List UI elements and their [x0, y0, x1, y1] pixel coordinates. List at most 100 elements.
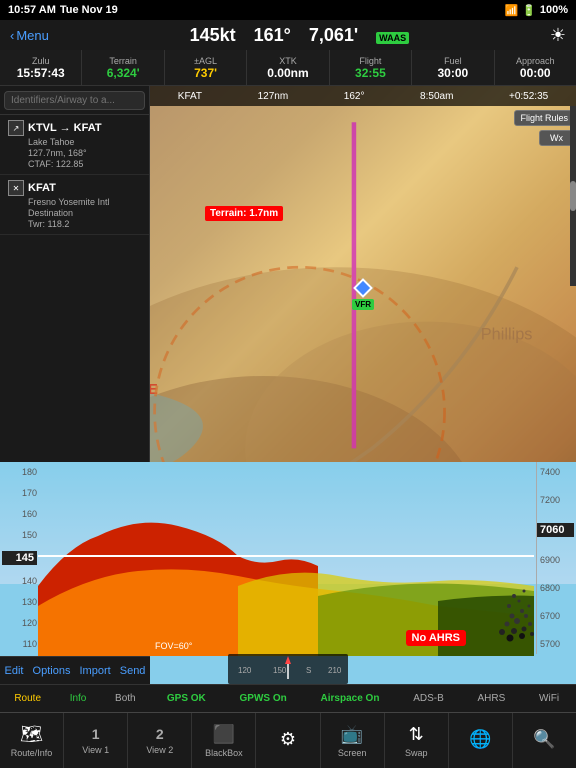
tab-both[interactable]: Both: [115, 693, 136, 704]
view2-icon: 2: [156, 726, 164, 742]
agl-value: 737': [194, 66, 217, 80]
nav-route-info-label: Route/Info: [11, 748, 53, 758]
top-nav: ‹ Menu 145kt 161° 7,061' WAAS ☀: [0, 20, 576, 50]
profile-compass: 120 150 S 210: [228, 654, 348, 684]
nav-blackbox-label: BlackBox: [205, 748, 243, 758]
waypoint-detail1-kfat: Fresno Yosemite Intl: [28, 197, 141, 207]
nav-view1[interactable]: 1 View 1: [64, 713, 128, 768]
map-scrollbar[interactable]: [570, 106, 576, 286]
waypoint-icon-ktvl: ↗: [8, 120, 24, 136]
profile-right-scale: 7400 7200 7060 6900 6800 6700 5700: [536, 462, 574, 654]
waas-badge: WAAS: [376, 32, 409, 44]
gear-icon: ⚙: [280, 729, 296, 750]
terrain-value: 6,324': [107, 66, 140, 80]
status-bar: 10:57 AM Tue Nov 19 📶 🔋 100%: [0, 0, 576, 20]
data-flight: Flight 32:55: [330, 50, 412, 85]
svg-text:120: 120: [238, 666, 252, 675]
back-button[interactable]: ‹ Menu: [10, 28, 49, 43]
tab-info[interactable]: Info: [70, 693, 87, 704]
map-from: KFAT: [178, 91, 202, 102]
data-agl: ±AGL 737': [165, 50, 247, 85]
scrollbar-handle[interactable]: [570, 181, 576, 211]
data-approach: Approach 00:00: [495, 50, 576, 85]
view1-icon: 1: [92, 726, 100, 742]
profile-left-scale: 180 170 160 150 145 140 130 120 110: [2, 462, 37, 654]
import-button[interactable]: Import: [80, 665, 111, 677]
current-altitude-line: [38, 555, 534, 557]
aircraft-diamond: [353, 278, 373, 298]
map-bearing: 162°: [344, 91, 365, 102]
nav-route-info[interactable]: 🗺 Route/Info: [0, 713, 64, 768]
map-eta: 8:50am: [420, 91, 453, 102]
svg-text:210: 210: [328, 666, 342, 675]
flight-stats: 145kt 161° 7,061' WAAS: [190, 25, 410, 46]
nav-swap[interactable]: ⇅ Swap: [385, 713, 449, 768]
blackbox-icon: ⬛: [213, 724, 235, 745]
nav-view1-label: View 1: [82, 745, 109, 755]
magnifier-icon: 🔍: [533, 729, 555, 750]
search-box[interactable]: [0, 86, 149, 115]
screen-icon: 📺: [341, 724, 363, 745]
nav-view2-label: View 2: [146, 745, 173, 755]
chevron-left-icon: ‹: [10, 28, 14, 43]
data-zulu: Zulu 15:57:43: [0, 50, 82, 85]
route-tabs: Route Info Both: [0, 684, 150, 712]
swap-icon: ⇅: [409, 724, 424, 745]
svg-text:S: S: [306, 666, 311, 675]
waypoint-kfat[interactable]: ✕ KFAT Fresno Yosemite Intl Destination …: [0, 175, 149, 235]
airspeed: 145kt: [190, 25, 236, 46]
adsb-badge: ADS-B: [413, 693, 444, 704]
waypoint-ktvl[interactable]: ↗ KTVL → KFAT Lake Tahoe 127.7nm, 168° C…: [0, 115, 149, 175]
waypoint-detail3-kfat: Twr: 118.2: [28, 219, 141, 229]
waypoint-icon-kfat: ✕: [8, 180, 24, 196]
status-day: Tue Nov 19: [60, 4, 118, 16]
wifi-badge: WiFi: [539, 693, 559, 704]
svg-text:Phillips: Phillips: [481, 326, 533, 344]
map-distance: 127nm: [258, 91, 289, 102]
flight-value: 32:55: [355, 66, 386, 80]
sun-icon: ☀: [550, 25, 566, 46]
data-terrain: Terrain 6,324': [82, 50, 164, 85]
nav-swap-label: Swap: [405, 748, 428, 758]
nav-settings[interactable]: ⚙: [256, 713, 320, 768]
gpws-on-badge: GPWS On: [240, 693, 287, 704]
nav-view2[interactable]: 2 View 2: [128, 713, 192, 768]
no-ahrs-badge: No AHRS: [406, 630, 466, 646]
fov-label: FOV=60°: [155, 641, 192, 651]
nav-screen-label: Screen: [338, 748, 367, 758]
wx-button[interactable]: Wx: [539, 130, 574, 146]
nav-globe[interactable]: 🌐: [449, 713, 513, 768]
data-fuel: Fuel 30:00: [412, 50, 494, 85]
status-time: 10:57 AM: [8, 4, 56, 16]
airspace-on-badge: Airspace On: [321, 693, 380, 704]
ahrs-badge: AHRS: [478, 693, 506, 704]
nav-screen[interactable]: 📺 Screen: [321, 713, 385, 768]
waypoint-detail1-ktvl: Lake Tahoe: [28, 137, 141, 147]
search-input[interactable]: [4, 91, 145, 110]
send-button[interactable]: Send: [120, 665, 146, 677]
globe-icon: 🌐: [469, 729, 491, 750]
altitude: 7,061': [309, 25, 358, 46]
tab-route[interactable]: Route: [14, 693, 41, 704]
fuel-value: 30:00: [437, 66, 468, 80]
status-badges-row: GPS OK GPWS On Airspace On ADS-B AHRS Wi…: [150, 684, 576, 712]
options-button[interactable]: Options: [33, 665, 71, 677]
gps-ok-badge: GPS OK: [167, 693, 206, 704]
flight-rules-button[interactable]: Flight Rules: [514, 110, 574, 126]
nav-blackbox[interactable]: ⬛ BlackBox: [192, 713, 256, 768]
waypoint-name-kfat: KFAT: [28, 182, 56, 194]
edit-button[interactable]: Edit: [5, 665, 24, 677]
nav-search[interactable]: 🔍: [513, 713, 576, 768]
terrain-warning: Terrain: 1.7nm: [205, 206, 283, 221]
route-info-icon: 🗺: [20, 724, 43, 745]
battery-pct: 100%: [540, 4, 568, 16]
battery-icon: 🔋: [522, 4, 536, 17]
back-label: Menu: [16, 28, 49, 43]
profile-area: 180 170 160 150 145 140 130 120 110 7400…: [0, 462, 576, 684]
svg-text:150: 150: [273, 666, 287, 675]
map-offset: +0:52:35: [509, 91, 548, 102]
aircraft-symbol: VFR: [356, 281, 370, 295]
waypoint-detail2-kfat: Destination: [28, 208, 141, 218]
waypoint-detail3-ktvl: CTAF: 122.85: [28, 159, 141, 169]
waypoint-detail2-ktvl: 127.7nm, 168°: [28, 148, 141, 158]
